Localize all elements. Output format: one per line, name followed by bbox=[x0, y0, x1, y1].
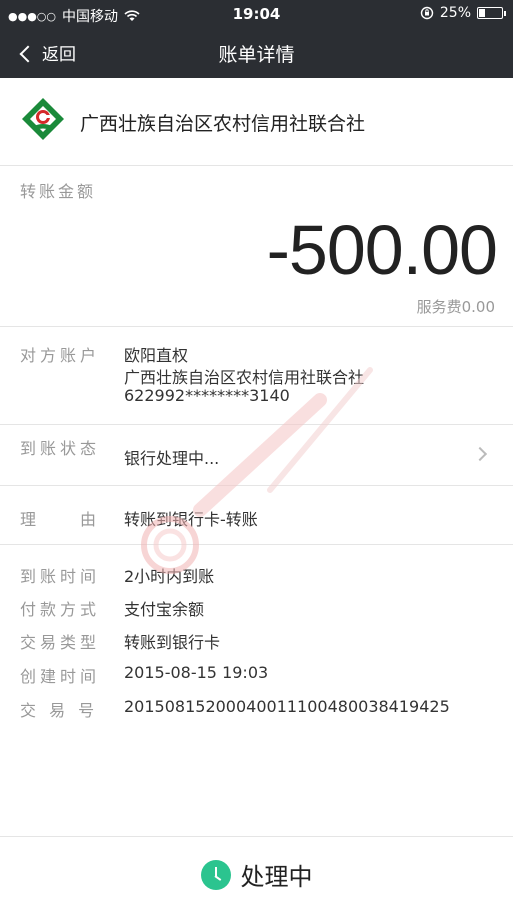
detail-label: 到账时间 bbox=[20, 567, 101, 586]
battery-percent: 25% bbox=[439, 5, 471, 21]
divider bbox=[0, 485, 513, 486]
processing-status: 处理中 bbox=[240, 863, 313, 891]
detail-value: 支付宝余额 bbox=[124, 600, 205, 619]
detail-label: 付款方式 bbox=[20, 600, 101, 619]
bank-name: 广西壮族自治区农村信用社联合社 bbox=[80, 113, 366, 135]
amount-label: 转账金额 bbox=[20, 182, 97, 201]
counterparty-name: 欧阳直权 bbox=[124, 346, 189, 365]
battery-fill bbox=[479, 9, 485, 17]
counterparty-label: 对方账户 bbox=[20, 346, 101, 365]
divider bbox=[0, 544, 513, 545]
bank-header: 广西壮族自治区农村信用社联合社 bbox=[0, 78, 513, 166]
rotation-lock-icon bbox=[420, 6, 434, 20]
detail-value: 20150815200040011100480038419425 bbox=[124, 697, 450, 716]
status-right: 25% bbox=[420, 5, 506, 21]
detail-value: 2小时内到账 bbox=[124, 567, 215, 586]
battery-icon bbox=[477, 7, 506, 19]
bottom-status-bar: 处理中 bbox=[0, 836, 513, 912]
divider bbox=[0, 326, 513, 327]
reason-value: 转账到银行卡-转账 bbox=[124, 510, 258, 529]
counterparty-bank: 广西壮族自治区农村信用社联合社 bbox=[124, 368, 365, 387]
page-title: 账单详情 bbox=[218, 44, 295, 66]
status-bar: ●●●○○ 中国移动 19:04 25% bbox=[0, 0, 513, 28]
detail-label: 交易类型 bbox=[20, 633, 101, 652]
bank-logo-icon bbox=[22, 98, 64, 140]
detail-label: 创建时间 bbox=[20, 667, 101, 686]
detail-label: 交 易 号 bbox=[20, 701, 99, 720]
clock-icon bbox=[200, 859, 231, 890]
detail-value: 转账到银行卡 bbox=[124, 633, 221, 652]
counterparty-account: 622992********3140 bbox=[124, 386, 290, 405]
arrival-status-row[interactable]: 到账状态 银行处理中... bbox=[0, 425, 513, 485]
detail-value: 2015-08-15 19:03 bbox=[124, 663, 269, 682]
nav-bar: 返回 账单详情 bbox=[0, 28, 513, 78]
bottom-status: 处理中 bbox=[0, 857, 513, 892]
arrival-status-label: 到账状态 bbox=[20, 439, 101, 458]
arrival-status-value: 银行处理中... bbox=[124, 449, 220, 468]
reason-label: 理 由 bbox=[20, 510, 101, 529]
service-fee: 服务费0.00 bbox=[416, 298, 495, 316]
amount-value: -500.00 bbox=[266, 211, 498, 289]
